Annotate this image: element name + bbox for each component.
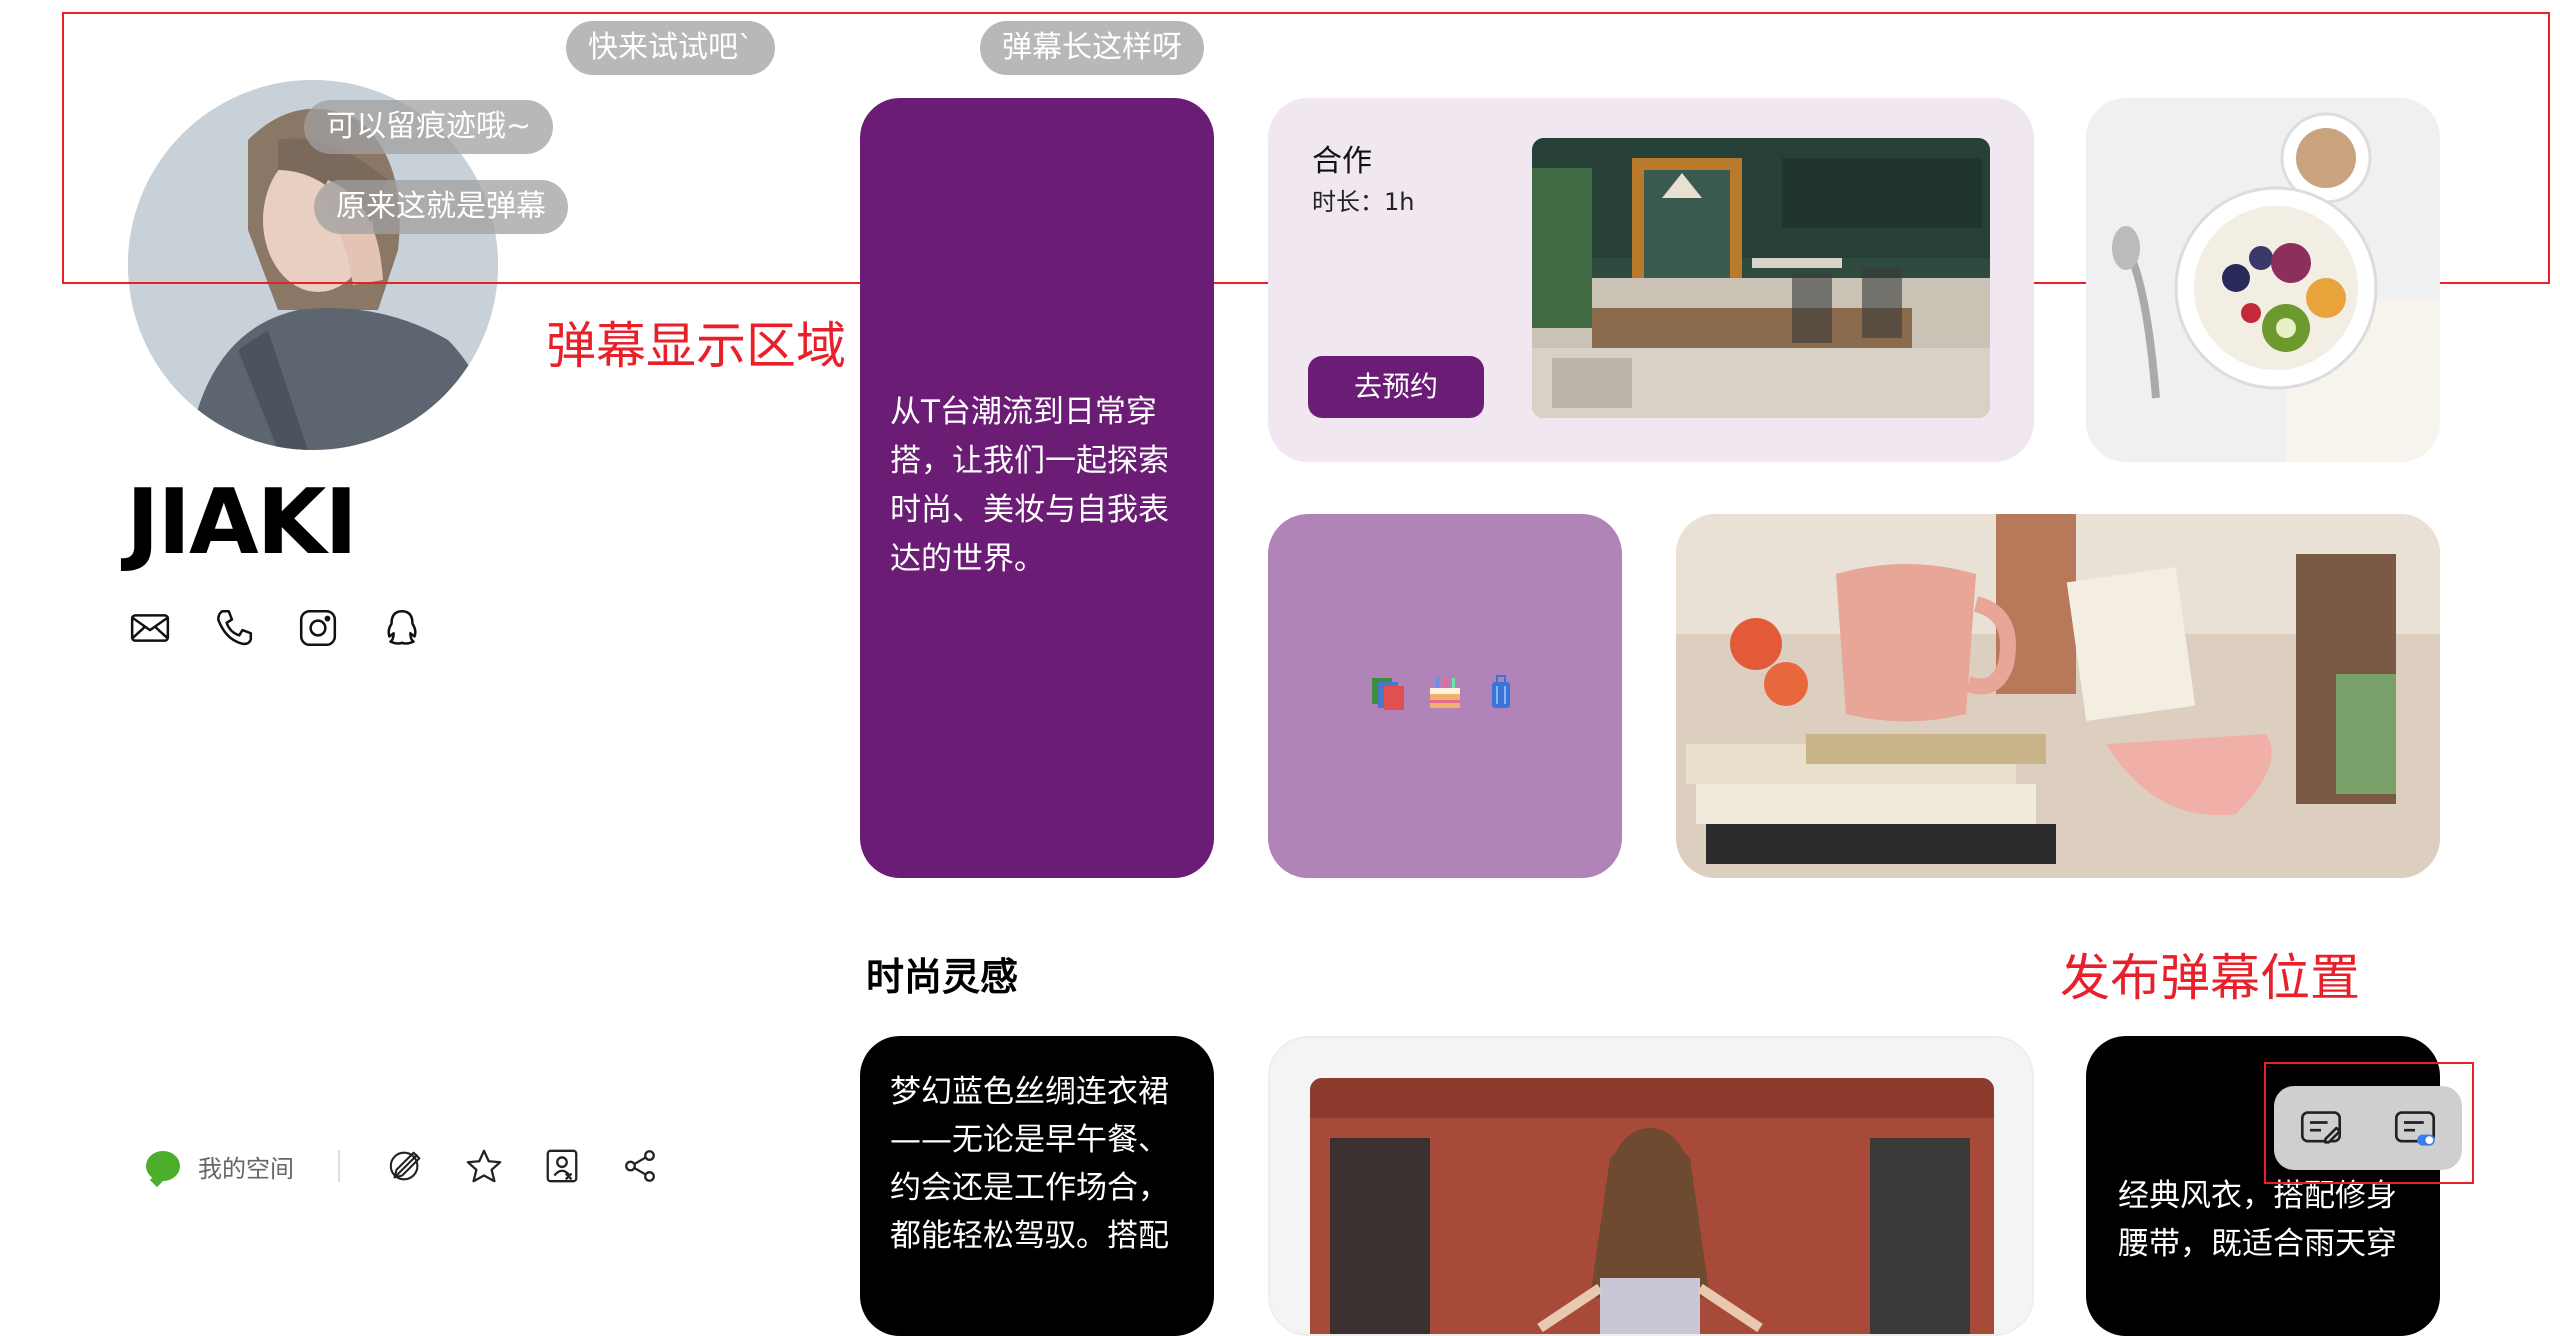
emoji-row — [1370, 674, 1520, 712]
contact-card-icon[interactable] — [540, 1144, 584, 1188]
mail-icon[interactable] — [128, 606, 172, 650]
bottom-bar: 我的空间 — [146, 1144, 662, 1188]
inspiration-card-3-text: 经典风衣，搭配修身腰带，既适合雨天穿 — [2118, 1178, 2397, 1262]
coffee-books-photo-card — [1676, 514, 2440, 878]
coop-title: 合作 — [1312, 144, 1372, 179]
coop-duration: 时长：1h — [1312, 188, 1415, 216]
no-edit-icon[interactable] — [384, 1144, 428, 1188]
share-icon[interactable] — [618, 1144, 662, 1188]
cooperation-card: 合作 时长：1h 去预约 — [1268, 98, 2034, 462]
books-icon — [1370, 674, 1408, 712]
bottom-bar-icons — [384, 1144, 662, 1188]
danmaku-area-annotation: 弹幕显示区域 — [546, 317, 846, 375]
intro-text: 从T台潮流到日常穿搭，让我们一起探索时尚、美妆与自我表达的世界。 — [890, 394, 1169, 577]
profile-name: JIAKI — [126, 470, 358, 575]
breakfast-photo — [2086, 98, 2440, 462]
inspiration-card-2 — [1268, 1036, 2034, 1336]
instagram-icon[interactable] — [296, 606, 340, 650]
inspiration-card-1-text: 梦幻蓝色丝绸连衣裙——无论是早午餐、约会还是工作场合，都能轻松驾驭。搭配 — [890, 1074, 1169, 1254]
wechat-icon — [146, 1151, 180, 1181]
luggage-icon — [1482, 674, 1520, 712]
girl-photo — [1310, 1078, 1994, 1334]
emoji-card — [1268, 514, 1622, 878]
cafe-photo — [1532, 138, 1990, 418]
inspiration-card-1: 梦幻蓝色丝绸连衣裙——无论是早午餐、约会还是工作场合，都能轻松驾驭。搭配 — [860, 1036, 1214, 1336]
contact-icons — [128, 606, 424, 650]
phone-icon[interactable] — [212, 606, 256, 650]
section-title: 时尚灵感 — [866, 955, 1019, 999]
publish-danmaku-area — [2264, 1062, 2474, 1184]
cake-icon — [1426, 674, 1464, 712]
star-icon[interactable] — [462, 1144, 506, 1188]
publish-danmaku-annotation: 发布弹幕位置 — [2060, 949, 2360, 1007]
my-space-link[interactable]: 我的空间 — [198, 1149, 294, 1184]
divider — [338, 1150, 340, 1182]
book-button[interactable]: 去预约 — [1308, 356, 1484, 418]
qq-icon[interactable] — [380, 606, 424, 650]
breakfast-photo-card — [2086, 98, 2440, 462]
intro-card: 从T台潮流到日常穿搭，让我们一起探索时尚、美妆与自我表达的世界。 — [860, 98, 1214, 878]
coffee-books-photo — [1676, 514, 2440, 878]
